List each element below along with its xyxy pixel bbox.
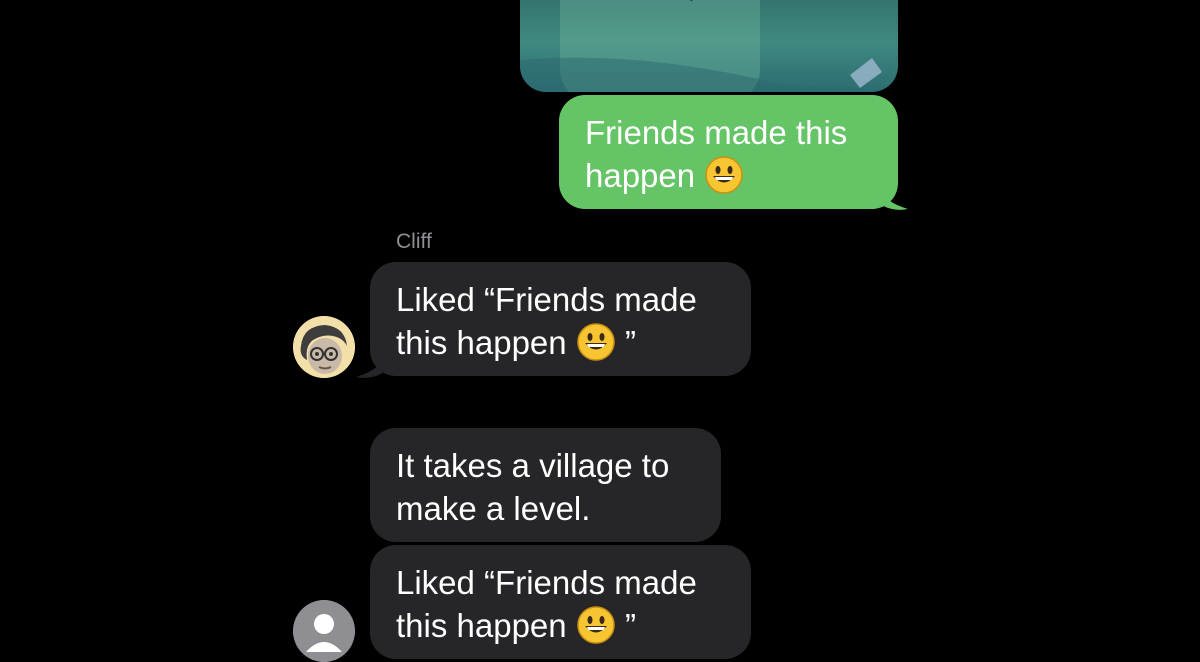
sent-message-line-1: Friends made this xyxy=(585,114,848,151)
grinning-face-emoji-icon xyxy=(577,323,615,361)
received-message-bubble[interactable]: Liked “Friends made this happen ” xyxy=(370,545,751,659)
sent-message-line-2: happen xyxy=(585,154,872,197)
sender-name-label: Cliff xyxy=(396,230,432,253)
sent-bubble-tail xyxy=(880,188,908,210)
received-message-line-2: this happen ” xyxy=(396,321,725,364)
received-message-line-2-quote: ” xyxy=(624,324,636,361)
person-avatar-icon[interactable] xyxy=(293,600,355,662)
received-message-line-1: Liked “Friends made xyxy=(396,281,697,318)
received-message-line-2-quote: ” xyxy=(624,607,636,644)
received-message-line-2-text: this happen xyxy=(396,324,567,361)
sent-message-line-2-text: happen xyxy=(585,157,696,194)
image-attachment-content xyxy=(520,0,898,92)
received-bubble-tail xyxy=(356,356,384,378)
person-silhouette-icon xyxy=(293,600,355,662)
received-message-line-2: make a level. xyxy=(396,490,591,527)
grinning-face-emoji-icon xyxy=(577,606,615,644)
cliff-memoji-icon xyxy=(293,316,355,378)
cliff-avatar-icon[interactable] xyxy=(293,316,355,378)
received-message-line-1: It takes a village to xyxy=(396,447,670,484)
image-attachment-bubble[interactable] xyxy=(520,0,898,92)
received-message-bubble[interactable]: It takes a village to make a level. xyxy=(370,428,721,542)
received-message-line-2: this happen ” xyxy=(396,604,725,647)
sent-message-bubble[interactable]: Friends made this happen xyxy=(559,95,898,209)
grinning-face-emoji-icon xyxy=(705,156,744,194)
received-message-bubble[interactable]: Liked “Friends made this happen ” xyxy=(370,262,751,376)
received-message-line-1: Liked “Friends made xyxy=(396,564,697,601)
received-message-line-2-text: this happen xyxy=(396,607,567,644)
